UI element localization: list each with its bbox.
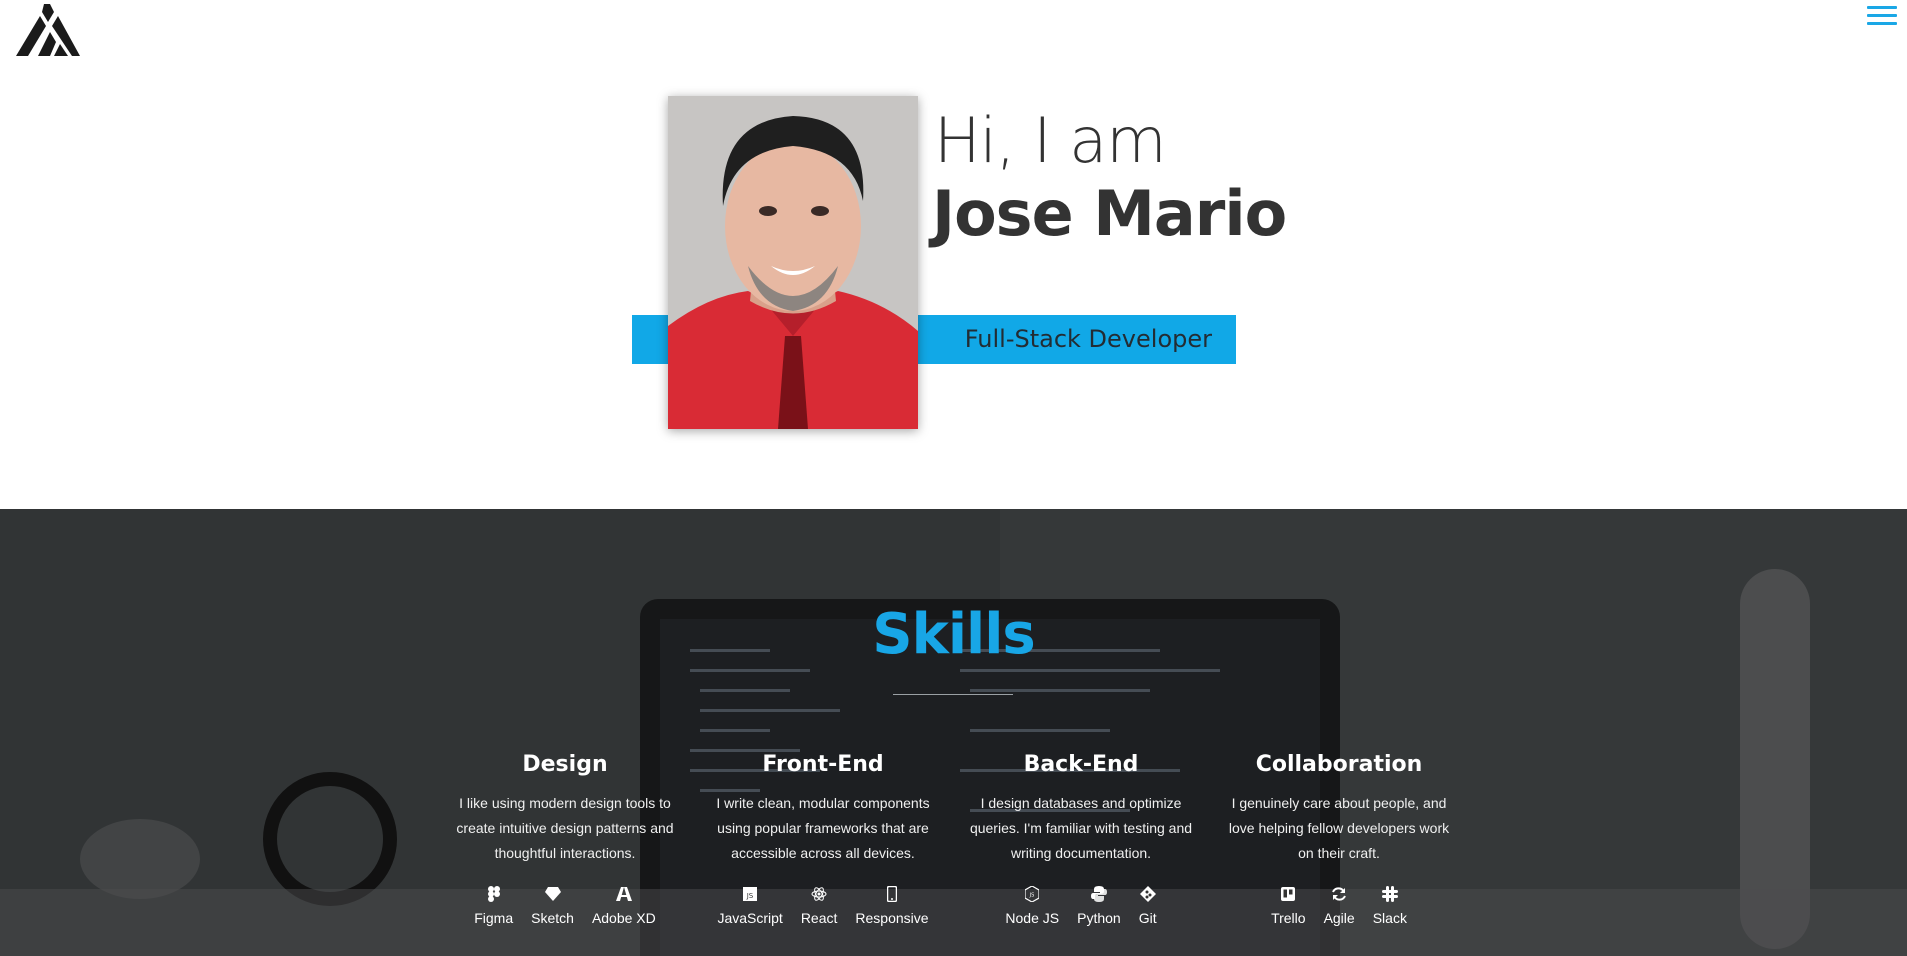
- tool-label: Node JS: [1005, 910, 1060, 926]
- greeting-text: Hi, I am: [934, 104, 1167, 177]
- skill-column-collaboration: Collaboration I genuinely care about peo…: [1224, 752, 1454, 926]
- jm-triangle-logo-icon[interactable]: [16, 2, 80, 56]
- mobile-icon: [886, 885, 898, 906]
- hero-section: Full-Stack Developer Hi, I am Jose Mario: [0, 70, 1907, 509]
- tool-responsive: Responsive: [855, 885, 929, 926]
- tool-react: React: [800, 886, 838, 926]
- skill-description: I write clean, modular components using …: [716, 795, 930, 861]
- skill-column-front-end: Front-End I write clean, modular compone…: [708, 752, 938, 926]
- hamburger-menu-icon[interactable]: [1867, 6, 1897, 30]
- tool-label: Slack: [1372, 910, 1407, 926]
- tool-label: Sketch: [531, 910, 574, 926]
- skill-column-back-end: Back-End I design databases and optimize…: [966, 752, 1196, 926]
- tool-list: JS Node JS Python Git: [966, 885, 1196, 926]
- skill-title: Design: [522, 752, 608, 777]
- name-heading: Jose Mario: [932, 177, 1287, 250]
- tool-list: Figma Sketch Adobe XD: [450, 886, 680, 926]
- skill-description: I design databases and optimize queries.…: [969, 795, 1193, 861]
- svg-text:JS: JS: [1029, 893, 1035, 899]
- adobe-xd-icon: [615, 886, 632, 906]
- tool-adobe-xd: Adobe XD: [592, 886, 656, 926]
- divider: [893, 694, 1013, 695]
- tool-label: Adobe XD: [591, 910, 656, 926]
- tool-git: Git: [1139, 886, 1157, 926]
- role-text: Full-Stack Developer: [964, 325, 1212, 353]
- skill-title: Collaboration: [1255, 752, 1423, 777]
- tool-label: Figma: [474, 910, 514, 926]
- laptop-background-image: [0, 509, 1907, 956]
- tool-label: Python: [1077, 910, 1121, 926]
- skills-section: Skills Design I like using modern design…: [0, 509, 1907, 956]
- sketch-icon: [544, 886, 561, 906]
- python-icon: [1090, 886, 1107, 906]
- tool-agile: Agile: [1324, 886, 1355, 926]
- skill-column-design: Design I like using modern design tools …: [450, 752, 680, 926]
- skill-description: I genuinely care about people, and love …: [1228, 795, 1450, 861]
- nodejs-icon: JS: [1024, 885, 1040, 906]
- site-header: [0, 0, 1907, 70]
- slack-icon: [1381, 886, 1398, 906]
- figma-icon: [487, 886, 500, 906]
- skills-heading: Skills: [872, 602, 1036, 667]
- profile-photo: [668, 96, 918, 429]
- tool-label: Git: [1138, 910, 1157, 926]
- tool-python: Python: [1077, 886, 1121, 926]
- git-icon: [1139, 886, 1156, 906]
- react-icon: [811, 886, 827, 906]
- tool-nodejs: JS Node JS: [1005, 885, 1060, 926]
- trello-icon: [1281, 886, 1296, 906]
- tool-label: JavaScript: [717, 910, 783, 926]
- sync-icon: [1331, 886, 1347, 906]
- javascript-icon: JS: [743, 886, 758, 906]
- tool-label: Agile: [1323, 910, 1355, 926]
- portrait-image: [668, 96, 918, 429]
- tool-slack: Slack: [1373, 886, 1407, 926]
- tool-javascript: JS JavaScript: [717, 886, 783, 926]
- tool-list: Trello Agile Slack: [1224, 886, 1454, 926]
- tool-sketch: Sketch: [531, 886, 574, 926]
- skill-description: I like using modern design tools to crea…: [456, 795, 674, 861]
- skill-title: Front-End: [762, 752, 884, 777]
- svg-text:JS: JS: [746, 892, 754, 900]
- skill-title: Back-End: [1023, 752, 1139, 777]
- tool-label: Responsive: [855, 910, 929, 926]
- tool-figma: Figma: [474, 886, 513, 926]
- tool-trello: Trello: [1271, 886, 1306, 926]
- tool-list: JS JavaScript React Responsive: [708, 885, 938, 926]
- tool-label: React: [800, 910, 838, 926]
- tool-label: Trello: [1271, 910, 1306, 926]
